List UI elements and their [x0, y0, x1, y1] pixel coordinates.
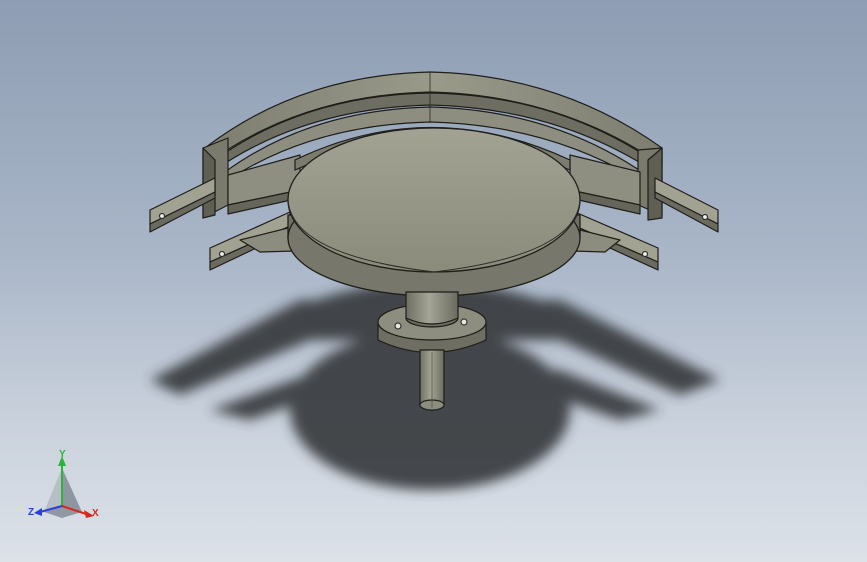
model-scene[interactable] — [0, 0, 867, 562]
triad-z-label: Z — [28, 507, 34, 518]
flange-hole-icon — [460, 318, 468, 326]
rotating-platter[interactable] — [287, 127, 581, 299]
coordinate-triad[interactable]: Y X Z — [22, 448, 112, 528]
triad-icon: Y X Z — [28, 449, 99, 519]
bolt-hole-icon — [701, 213, 709, 221]
bolt-hole-icon — [641, 250, 649, 258]
bolt-hole-icon — [158, 212, 166, 220]
flange-hole-icon — [394, 322, 402, 330]
3d-viewport[interactable]: Y X Z — [0, 0, 867, 562]
triad-x-label: X — [92, 508, 99, 519]
triad-y-label: Y — [59, 449, 66, 460]
drive-shaft[interactable] — [419, 349, 445, 411]
right-upper-bracket[interactable] — [654, 177, 719, 233]
bolt-hole-icon — [218, 250, 226, 258]
